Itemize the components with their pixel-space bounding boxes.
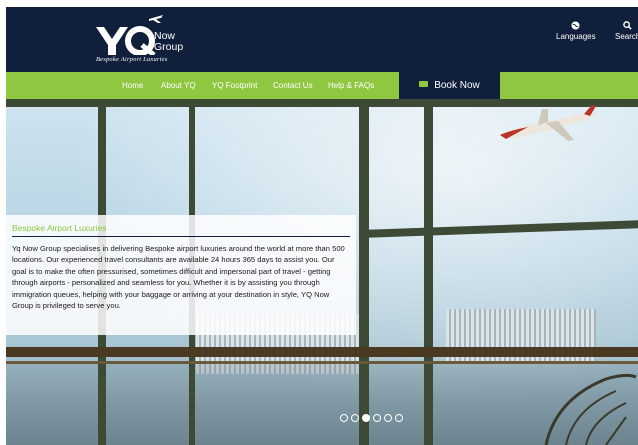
languages-label: Languages bbox=[556, 32, 596, 41]
globe-icon bbox=[571, 21, 580, 30]
nav-item-contact[interactable]: Contact Us bbox=[273, 72, 313, 99]
nav-item-help[interactable]: Help & FAQs bbox=[328, 72, 374, 99]
main-nav: Home About YQ YQ Footprint Contact Us He… bbox=[6, 72, 638, 99]
slider-pagination bbox=[340, 409, 406, 422]
hero-banner: Bespoke Airport Luxuries Yq Now Group sp… bbox=[6, 99, 638, 445]
nav-item-footprint[interactable]: YQ Footprint bbox=[212, 72, 257, 99]
logo-mark-icon bbox=[96, 26, 156, 55]
chair-silhouette bbox=[544, 373, 637, 445]
plane-icon bbox=[149, 15, 163, 23]
ticket-icon bbox=[419, 81, 429, 88]
logo-group-text: Group bbox=[154, 41, 184, 53]
logo[interactable]: Now Group Bespoke Airport Luxuries bbox=[96, 11, 206, 69]
languages-button[interactable]: Languages bbox=[556, 21, 596, 41]
slider-dot[interactable] bbox=[395, 414, 403, 422]
nav-item-about[interactable]: About YQ bbox=[161, 72, 196, 99]
slider-dot[interactable] bbox=[362, 414, 370, 422]
slider-dot[interactable] bbox=[340, 414, 348, 422]
nav-item-home[interactable]: Home bbox=[122, 72, 143, 99]
book-now-button[interactable]: Book Now bbox=[399, 72, 500, 99]
window-frame bbox=[359, 99, 369, 445]
page-frame: Now Group Bespoke Airport Luxuries Langu… bbox=[6, 7, 638, 445]
logo-tagline: Bespoke Airport Luxuries bbox=[96, 56, 168, 63]
slider-dot[interactable] bbox=[384, 414, 392, 422]
hero-divider bbox=[12, 236, 350, 237]
window-frame bbox=[424, 99, 433, 445]
slider-dot[interactable] bbox=[351, 414, 359, 422]
site-header: Now Group Bespoke Airport Luxuries Langu… bbox=[6, 7, 638, 72]
search-label: Search bbox=[615, 32, 638, 41]
book-now-label: Book Now bbox=[434, 80, 480, 91]
plane-icon bbox=[500, 105, 596, 141]
hero-railing bbox=[6, 347, 638, 357]
search-button[interactable]: Search bbox=[615, 21, 638, 41]
hero-description: Yq Now Group specialises in delivering B… bbox=[12, 244, 345, 311]
hero-title: Bespoke Airport Luxuries bbox=[12, 223, 107, 233]
search-icon bbox=[623, 21, 632, 30]
slider-dot[interactable] bbox=[373, 414, 381, 422]
hero-railing bbox=[6, 361, 638, 364]
hero-info-panel: Bespoke Airport Luxuries Yq Now Group sp… bbox=[6, 215, 356, 335]
